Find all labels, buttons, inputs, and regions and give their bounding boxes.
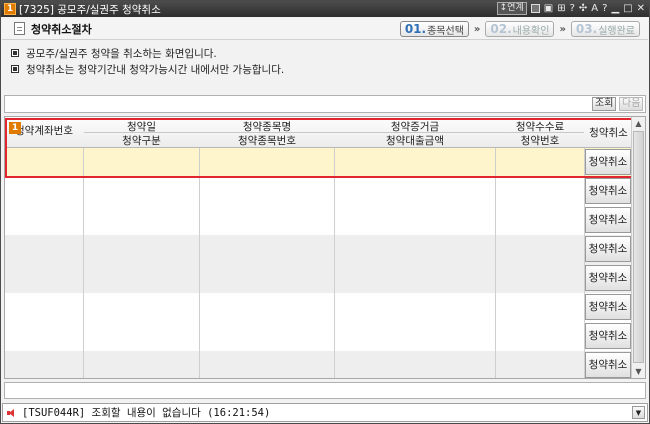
step-select-item[interactable]: 01. 종목선택 (399, 21, 469, 37)
column-divider (199, 117, 200, 378)
table-row[interactable] (5, 177, 632, 206)
table-row[interactable] (5, 206, 632, 235)
link-button[interactable]: ↕연계 (496, 2, 527, 15)
print-icon[interactable]: ⊞ (557, 2, 565, 15)
step-label: 종목선택 (427, 25, 464, 37)
header-line: 청약증거금 (390, 121, 440, 133)
column-header-fee[interactable]: 청약수수료 청약번호 (496, 117, 584, 148)
main-window: 1 [7325] 공모주/실권주 청약취소 ↕연계 ▣ ⊞ ? ✣ A ? ▁ … (0, 0, 650, 424)
speaker-icon (7, 408, 17, 418)
vertical-scrollbar[interactable]: ▲ ▼ (631, 117, 645, 378)
bottom-input-bar[interactable] (4, 382, 646, 399)
cancel-subscription-button[interactable]: 청약취소 (585, 178, 631, 204)
cancel-subscription-button[interactable]: 청약취소 (585, 323, 631, 349)
step-number: 03. (575, 22, 598, 36)
column-header-account[interactable]: 청약계좌번호 (5, 123, 83, 138)
cancel-subscription-button[interactable]: 청약취소 (585, 236, 631, 262)
column-header-date-type[interactable]: 청약일 청약구분 (84, 117, 199, 148)
info-notes: 공모주/실권주 청약을 취소하는 화면입니다. 청약취소는 청약기간내 청약가능… (11, 45, 284, 77)
step-label: 실행완료 (598, 25, 635, 37)
column-header-item[interactable]: 청약종목명 청약종목번호 (200, 117, 334, 148)
minimize-icon[interactable]: ▁ (611, 2, 619, 15)
subscription-grid: 청약계좌번호 청약일 청약구분 청약종목명 청약종목번호 청약증거금 청약대출금… (4, 116, 646, 379)
step-label: 내용확인 (512, 25, 550, 37)
table-row[interactable] (5, 351, 632, 378)
table-row[interactable] (5, 148, 632, 177)
scroll-thumb[interactable] (633, 131, 644, 363)
query-button[interactable]: 조회 (592, 97, 617, 111)
table-row[interactable] (5, 293, 632, 322)
lock-icon[interactable]: ▣ (544, 2, 553, 15)
document-icon (14, 22, 25, 35)
column-header-cancel[interactable]: 청약취소 (585, 125, 632, 140)
bullet-icon (11, 65, 19, 73)
header-line: 청약수수료 (515, 121, 565, 133)
status-dropdown-icon[interactable]: ▼ (632, 406, 645, 419)
table-row[interactable] (5, 322, 632, 351)
step-arrow-icon: » (559, 23, 566, 35)
column-divider (83, 117, 84, 378)
window-number-badge: 1 (4, 3, 16, 15)
header-line: 청약종목명 (242, 121, 292, 133)
title-bar: 1 [7325] 공모주/실권주 청약취소 ↕연계 ▣ ⊞ ? ✣ A ? ▁ … (1, 1, 649, 17)
window-title: [7325] 공모주/실권주 청약취소 (19, 3, 161, 16)
status-message: [TSUF044R] 조회할 내용이 없습니다 (16:21:54) (22, 407, 271, 419)
info-line: 청약취소는 청약기간내 청약가능시간 내에서만 가능합니다. (11, 61, 284, 77)
column-header-deposit[interactable]: 청약증거금 청약대출금액 (335, 117, 495, 148)
cancel-subscription-button[interactable]: 청약취소 (585, 352, 631, 378)
step-indicator: 01. 종목선택 » 02. 내용확인 » 03. 실행완료 (399, 21, 640, 37)
header-line: 청약종목번호 (238, 135, 296, 147)
screen-icon[interactable] (530, 4, 540, 13)
next-button[interactable]: 다음 (619, 97, 644, 111)
table-row[interactable] (5, 235, 632, 264)
cancel-subscription-button[interactable]: 청약취소 (585, 294, 631, 320)
column-divider (495, 117, 496, 378)
scroll-up-icon[interactable]: ▲ (632, 117, 645, 130)
bullet-icon (11, 49, 19, 57)
grid-header: 청약계좌번호 청약일 청약구분 청약종목명 청약종목번호 청약증거금 청약대출금… (5, 117, 632, 148)
header-line: 청약번호 (520, 135, 560, 147)
procedure-title: 청약취소절차 (31, 22, 92, 36)
question-icon[interactable]: ? (602, 2, 607, 15)
step-arrow-icon: » (473, 23, 481, 35)
step-complete[interactable]: 03. 실행완료 (570, 21, 640, 37)
maximize-icon[interactable]: □ (623, 2, 632, 15)
pin-icon[interactable]: ✣ (579, 2, 587, 15)
step-number: 01. (404, 22, 427, 36)
info-line: 공모주/실권주 청약을 취소하는 화면입니다. (11, 45, 284, 61)
scroll-down-icon[interactable]: ▼ (632, 365, 645, 378)
title-bar-controls: ↕연계 ▣ ⊞ ? ✣ A ? ▁ □ ✕ (496, 2, 645, 15)
step-confirm[interactable]: 02. 내용확인 (485, 21, 555, 37)
info-text: 청약취소는 청약기간내 청약가능시간 내에서만 가능합니다. (26, 63, 285, 76)
cancel-subscription-button[interactable]: 청약취소 (585, 149, 631, 175)
info-text: 공모주/실권주 청약을 취소하는 화면입니다. (26, 47, 217, 60)
column-divider (334, 117, 335, 378)
cancel-subscription-button[interactable]: 청약취소 (585, 207, 631, 233)
header-line: 청약일 (127, 121, 156, 133)
procedure-header: 청약취소절차 01. 종목선택 » 02. 내용확인 » 03. 실행완료 (2, 18, 648, 40)
status-bar: [TSUF044R] 조회할 내용이 없습니다 (16:21:54) ▼ (2, 403, 648, 422)
close-icon[interactable]: ✕ (637, 2, 645, 15)
query-toolbar: 조회 다음 (4, 95, 646, 113)
font-size-icon[interactable]: A (591, 2, 598, 15)
table-row[interactable] (5, 264, 632, 293)
cancel-subscription-button[interactable]: 청약취소 (585, 265, 631, 291)
header-line: 청약구분 (122, 135, 161, 147)
header-line: 청약대출금액 (386, 135, 444, 147)
step-number: 02. (490, 22, 512, 36)
help-icon[interactable]: ? (570, 2, 575, 15)
